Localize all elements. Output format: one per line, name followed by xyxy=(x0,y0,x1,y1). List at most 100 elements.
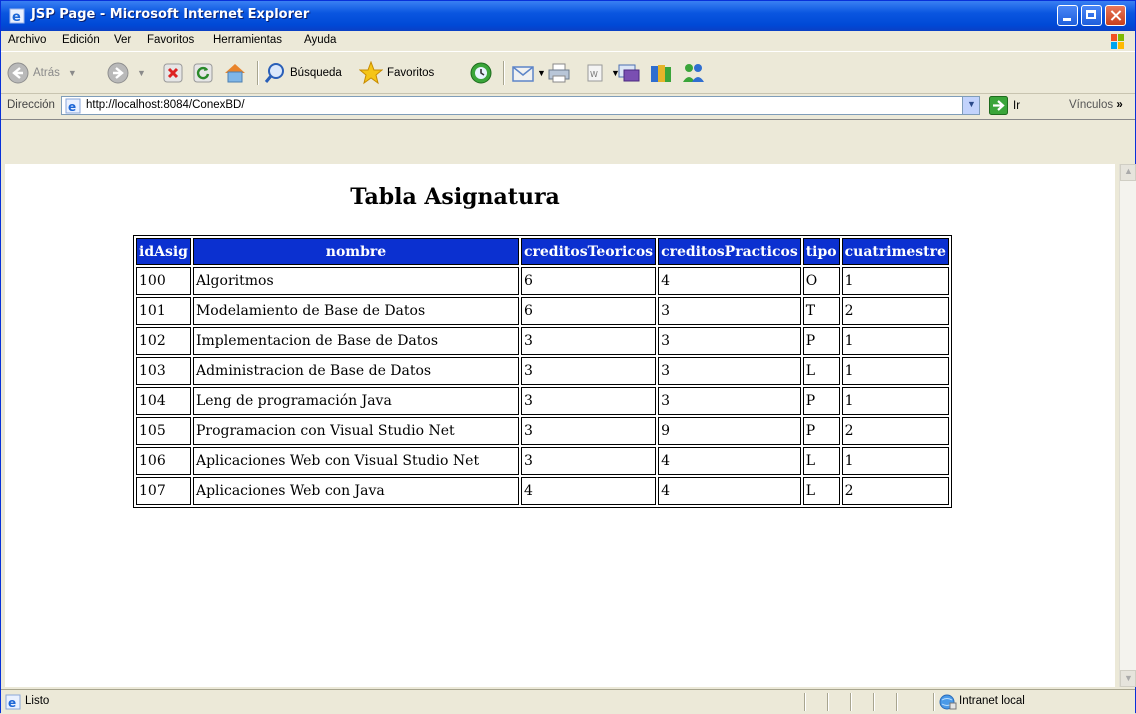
table-row: 102 Implementacion de Base de Datos 3 3 … xyxy=(136,327,949,355)
mail-button[interactable]: ▼ xyxy=(511,59,546,87)
cell-tipo: L xyxy=(802,447,840,475)
cell-tipo: T xyxy=(802,297,840,325)
history-icon xyxy=(470,62,492,84)
cell-idasig: 106 xyxy=(136,447,191,475)
back-arrow-icon xyxy=(7,62,29,84)
stop-button[interactable] xyxy=(163,59,183,87)
go-button[interactable]: Ir xyxy=(989,96,1020,115)
column-header: tipo xyxy=(802,238,840,265)
address-dropdown-button[interactable]: ▼ xyxy=(962,97,979,114)
table-row: 107 Aplicaciones Web con Java 4 4 L 2 xyxy=(136,477,949,505)
cell-nombre: Aplicaciones Web con Visual Studio Net xyxy=(192,447,519,475)
discuss-icon xyxy=(618,64,640,82)
messenger-icon xyxy=(683,64,704,82)
table-header-row: idAsig nombre creditosTeoricos creditosP… xyxy=(136,238,949,265)
page-icon: e xyxy=(65,98,81,114)
cell-cuatrimestre: 2 xyxy=(841,417,949,445)
discuss-button[interactable] xyxy=(617,59,641,87)
table-row: 104 Leng de programación Java 3 3 P 1 xyxy=(136,387,949,415)
print-button[interactable] xyxy=(547,59,571,87)
cell-idasig: 101 xyxy=(136,297,191,325)
menu-herramientas[interactable]: Herramientas xyxy=(213,34,282,46)
maximize-button[interactable] xyxy=(1081,5,1102,26)
cell-cuatrimestre: 1 xyxy=(841,267,949,295)
windows-logo-icon xyxy=(1111,34,1124,49)
menu-favoritos[interactable]: Favoritos xyxy=(147,34,194,46)
chevron-down-icon[interactable]: ▼ xyxy=(537,68,546,78)
page-done-icon: e xyxy=(5,694,21,710)
refresh-button[interactable] xyxy=(193,59,213,87)
svg-text:e: e xyxy=(12,10,21,24)
forward-button[interactable]: ▼ xyxy=(107,59,146,87)
cell-cuatrimestre: 1 xyxy=(841,387,949,415)
cell-tipo: P xyxy=(802,327,840,355)
home-button[interactable] xyxy=(223,59,247,87)
menu-edicion[interactable]: Edición xyxy=(62,34,100,46)
chevron-down-icon: ▼ xyxy=(967,99,976,109)
search-button[interactable]: Búsqueda xyxy=(264,59,342,87)
cell-idasig: 105 xyxy=(136,417,191,445)
star-icon xyxy=(359,61,383,85)
favorites-label: Favoritos xyxy=(387,67,435,79)
go-label: Ir xyxy=(1013,99,1021,112)
vertical-scrollbar[interactable]: ▲ ▼ xyxy=(1119,164,1136,687)
edit-button[interactable]: W ▼ xyxy=(585,59,620,87)
chevron-down-icon[interactable]: ▼ xyxy=(137,68,146,78)
scroll-up-button[interactable]: ▲ xyxy=(1120,164,1136,181)
cell-nombre: Modelamiento de Base de Datos xyxy=(192,297,519,325)
menu-archivo[interactable]: Archivo xyxy=(8,34,46,46)
standard-toolbar: Atrás ▼ ▼ Búsqueda Favoritos ▼ W ▼ xyxy=(1,53,1135,94)
cell-nombre: Aplicaciones Web con Java xyxy=(192,477,519,505)
address-input[interactable]: e http://localhost:8084/ConexBD/ ▼ xyxy=(61,96,980,115)
cell-cuatrimestre: 1 xyxy=(841,327,949,355)
status-text: Listo xyxy=(25,695,50,707)
history-button[interactable] xyxy=(469,59,493,87)
minimize-button[interactable] xyxy=(1057,5,1078,26)
menu-ver[interactable]: Ver xyxy=(114,34,131,46)
cell-creditos-teoricos: 4 xyxy=(520,477,657,505)
intranet-zone-icon xyxy=(939,694,957,710)
menu-ayuda[interactable]: Ayuda xyxy=(304,34,336,46)
ie-icon: e xyxy=(9,8,25,24)
window-title: JSP Page - Microsoft Internet Explorer xyxy=(31,7,310,22)
cell-tipo: L xyxy=(802,477,840,505)
research-icon xyxy=(651,65,671,82)
cell-nombre: Implementacion de Base de Datos xyxy=(192,327,519,355)
refresh-icon xyxy=(193,63,213,83)
cell-creditos-practicos: 4 xyxy=(658,267,801,295)
chrome-divider xyxy=(1,119,1135,120)
ie-window: e JSP Page - Microsoft Internet Explorer… xyxy=(0,0,1136,714)
close-button[interactable] xyxy=(1105,5,1126,26)
chevron-down-icon[interactable]: ▼ xyxy=(68,68,77,78)
home-icon xyxy=(225,64,245,83)
table-row: 101 Modelamiento de Base de Datos 6 3 T … xyxy=(136,297,949,325)
column-header: cuatrimestre xyxy=(841,238,949,265)
go-arrow-icon xyxy=(989,96,1008,115)
cell-creditos-practicos: 3 xyxy=(658,387,801,415)
title-bar[interactable]: e JSP Page - Microsoft Internet Explorer xyxy=(1,1,1135,31)
page-content: Tabla Asignatura idAsig nombre creditosT… xyxy=(5,164,1115,687)
column-header: creditosPracticos xyxy=(658,238,801,265)
address-label: Dirección xyxy=(7,99,55,111)
messenger-button[interactable] xyxy=(681,59,707,87)
cell-creditos-practicos: 4 xyxy=(658,447,801,475)
print-icon xyxy=(548,63,570,83)
svg-text:W: W xyxy=(590,70,598,79)
chevron-down-icon: ▼ xyxy=(1124,673,1133,683)
table-row: 100 Algoritmos 6 4 O 1 xyxy=(136,267,949,295)
svg-text:e: e xyxy=(68,100,76,114)
column-header: creditosTeoricos xyxy=(520,238,657,265)
back-button[interactable]: Atrás ▼ xyxy=(7,59,77,87)
cell-cuatrimestre: 1 xyxy=(841,447,949,475)
cell-creditos-teoricos: 3 xyxy=(520,417,657,445)
scroll-down-button[interactable]: ▼ xyxy=(1120,670,1136,687)
links-toolbar[interactable]: Vínculos » xyxy=(1069,99,1123,111)
cell-creditos-teoricos: 6 xyxy=(520,297,657,325)
cell-creditos-teoricos: 6 xyxy=(520,267,657,295)
search-icon xyxy=(264,63,284,83)
research-button[interactable] xyxy=(649,59,673,87)
cell-idasig: 103 xyxy=(136,357,191,385)
asignatura-table: idAsig nombre creditosTeoricos creditosP… xyxy=(133,235,952,508)
favorites-button[interactable]: Favoritos xyxy=(359,59,434,87)
table-row: 106 Aplicaciones Web con Visual Studio N… xyxy=(136,447,949,475)
